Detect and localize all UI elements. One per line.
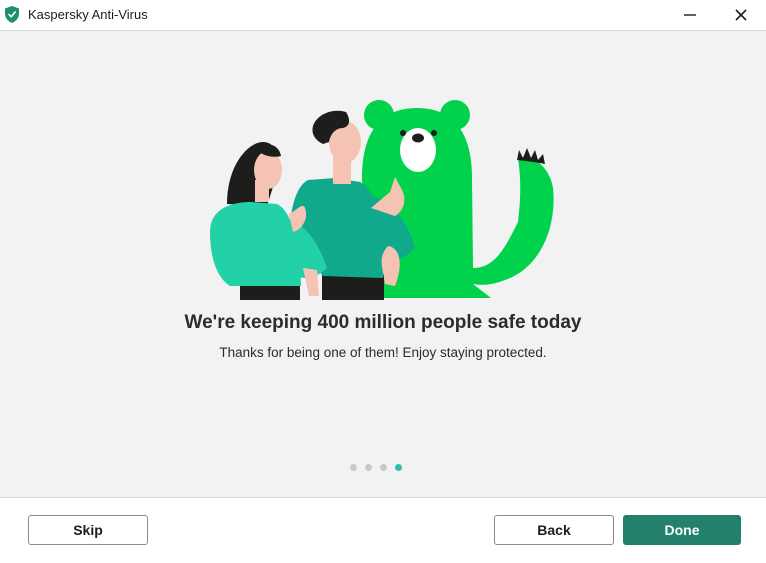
kaspersky-shield-icon bbox=[5, 6, 19, 23]
close-icon bbox=[735, 9, 747, 21]
done-button[interactable]: Done bbox=[623, 515, 741, 545]
pagination-dot-3[interactable] bbox=[380, 464, 387, 471]
people-and-green-bear-illustration bbox=[210, 100, 554, 300]
minimize-button[interactable] bbox=[667, 0, 713, 30]
subtext: Thanks for being one of them! Enjoy stay… bbox=[219, 345, 547, 360]
headline: We're keeping 400 million people safe to… bbox=[184, 312, 582, 333]
app-title: Kaspersky Anti-Virus bbox=[28, 7, 148, 22]
footer-bar: Skip Back Done bbox=[0, 497, 766, 563]
back-button[interactable]: Back bbox=[494, 515, 614, 545]
minimize-icon bbox=[684, 14, 696, 16]
skip-button[interactable]: Skip bbox=[28, 515, 148, 545]
pagination-dot-2[interactable] bbox=[365, 464, 372, 471]
pagination-dots bbox=[350, 464, 402, 474]
pagination-dot-1[interactable] bbox=[350, 464, 357, 471]
title-bar: Kaspersky Anti-Virus bbox=[0, 0, 766, 31]
close-button[interactable] bbox=[718, 0, 764, 30]
pagination-dot-4-active[interactable] bbox=[395, 464, 402, 471]
